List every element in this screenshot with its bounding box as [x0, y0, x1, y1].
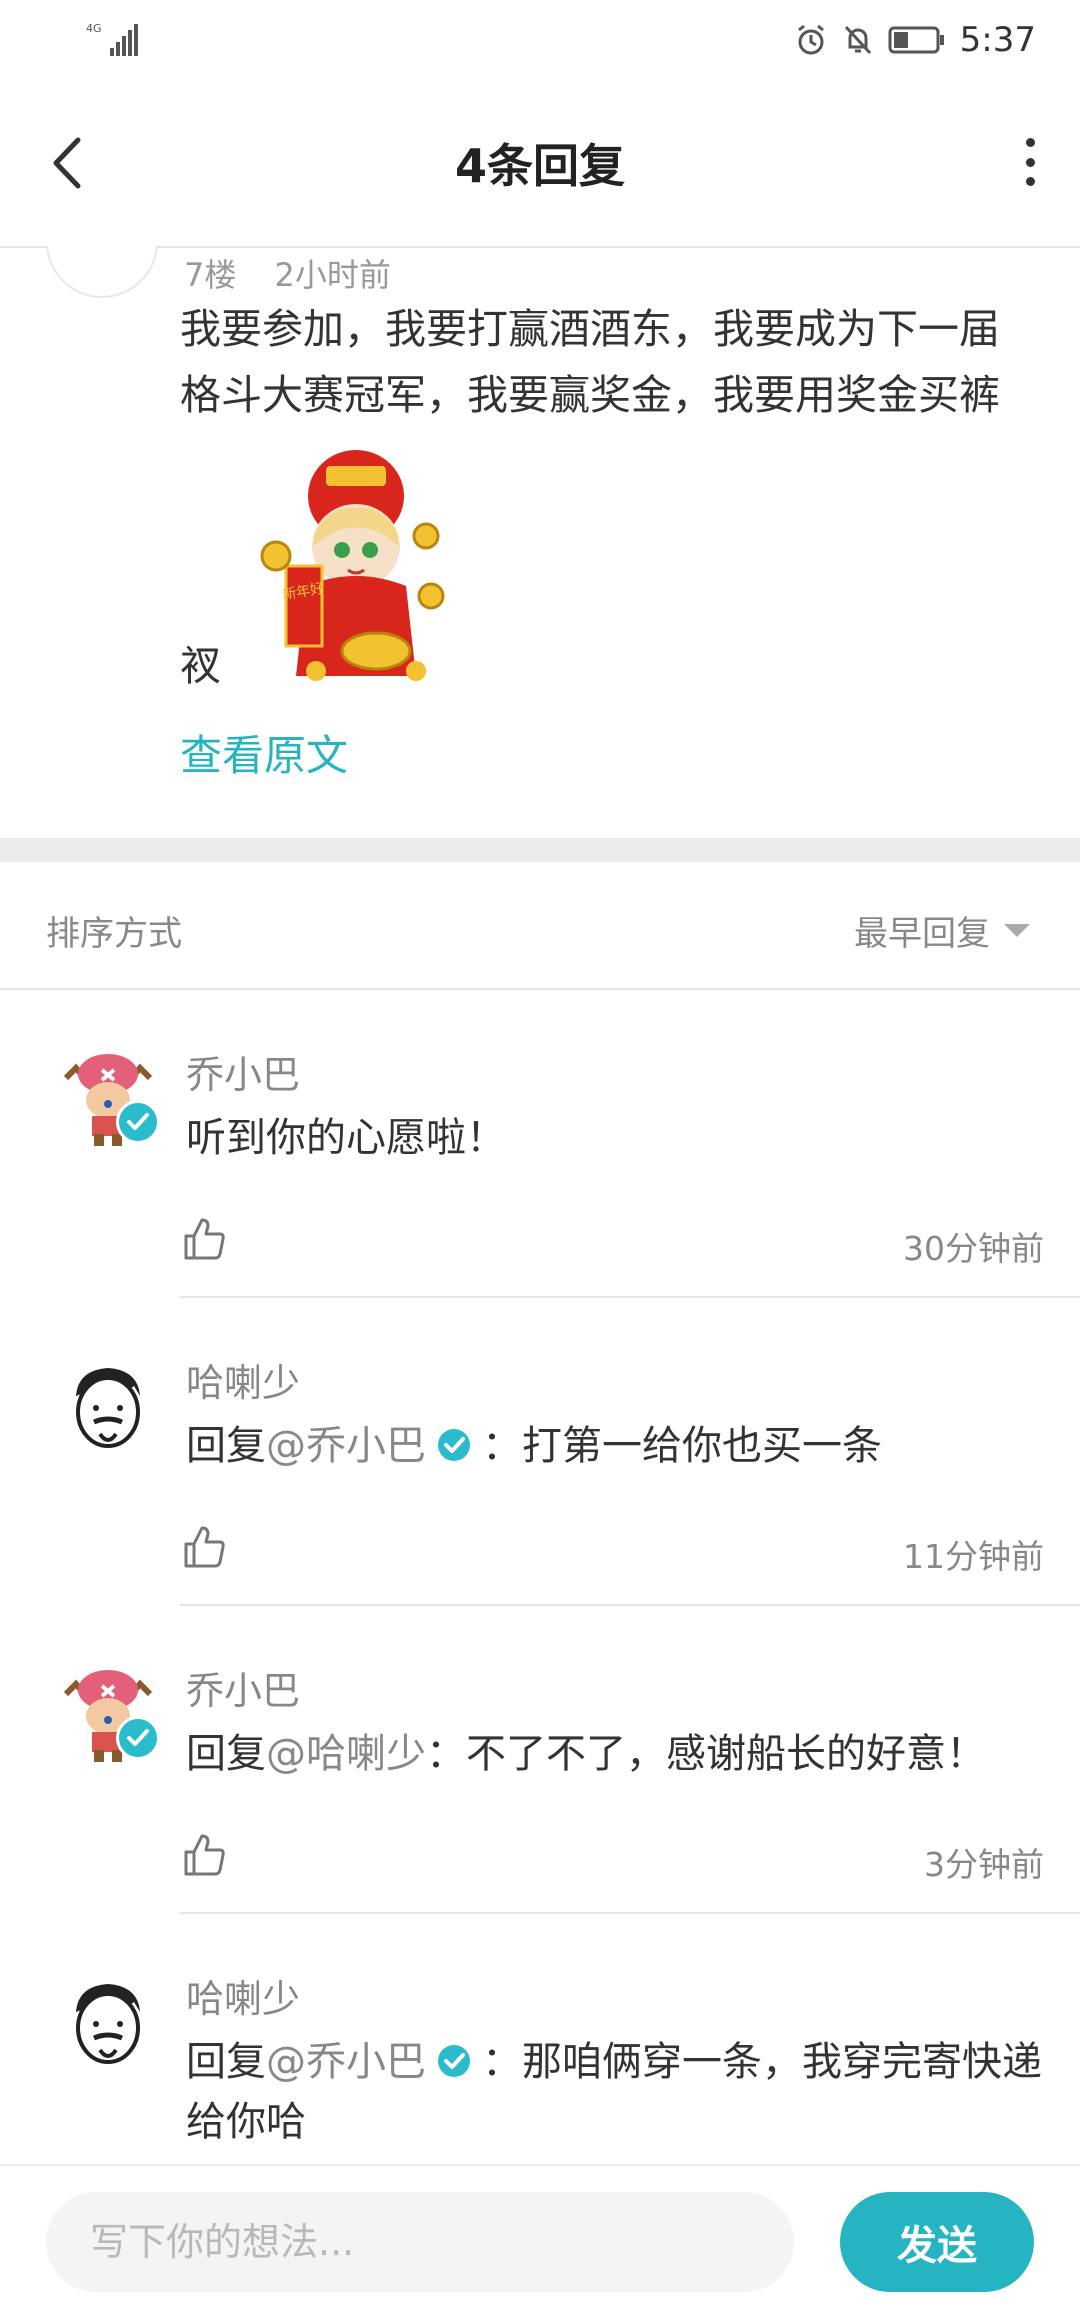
- reply-body: 听到你的心愿啦！: [186, 1115, 506, 1161]
- send-button[interactable]: 发送: [840, 2192, 1034, 2292]
- reply-prefix: 回复: [186, 1423, 266, 1469]
- reply-prefix: 回复: [186, 1731, 266, 1777]
- view-original-link[interactable]: 查看原文: [180, 722, 348, 783]
- verified-badge-icon: [116, 1716, 160, 1760]
- title-bar: 4条回复: [0, 80, 1080, 248]
- reply-item: 哈喇少 回复@乔小巴 ：打第一给你也买一条 11分钟前: [0, 1298, 1080, 1606]
- mention-link[interactable]: @哈喇少: [266, 1731, 426, 1777]
- verified-badge-icon: [438, 1429, 470, 1461]
- verified-badge-icon: [438, 2045, 470, 2077]
- reply-text: 回复@乔小巴 ：打第一给你也买一条: [186, 1416, 1046, 1476]
- reply-author[interactable]: 乔小巴: [186, 1044, 300, 1099]
- verified-badge-icon: [116, 1100, 160, 1144]
- original-post: 7楼 2小时前 我要参加，我要打赢酒酒东，我要成为下一届格斗大赛冠军，我要赢奖金…: [0, 246, 1080, 840]
- signal-icon: 4G: [86, 22, 138, 56]
- battery-icon: [888, 26, 944, 54]
- bell-muted-icon: [844, 25, 871, 55]
- more-vertical-icon[interactable]: [1018, 138, 1042, 186]
- bearded-face-avatar-icon[interactable]: [58, 1356, 158, 1456]
- page-title: 4条回复: [454, 139, 625, 193]
- reply-text: 回复@哈喇少：不了不了，感谢船长的好意！: [186, 1724, 1046, 1784]
- op-avatar: [46, 246, 158, 298]
- op-time: 2小时前: [274, 256, 391, 294]
- chevron-down-icon: [1004, 924, 1030, 937]
- reply-author[interactable]: 哈喇少: [186, 1968, 300, 2023]
- network-label: 4G: [86, 22, 102, 35]
- status-bar: 4G 5:37: [0, 0, 1080, 80]
- comment-input[interactable]: [46, 2192, 794, 2292]
- reply-item: 乔小巴 听到你的心愿啦！ 30分钟前: [0, 990, 1080, 1298]
- reply-body: ：不了不了，感谢船长的好意！: [426, 1731, 986, 1777]
- mention-link[interactable]: @乔小巴: [266, 1423, 426, 1469]
- reply-time: 11分钟前: [903, 1537, 1044, 1576]
- reply-text: 回复@乔小巴 ：那咱俩穿一条，我穿完寄快递给你哈: [186, 2032, 1046, 2152]
- reply-prefix: 回复: [186, 2039, 266, 2085]
- reply-author[interactable]: 哈喇少: [186, 1352, 300, 1407]
- bearded-face-avatar-icon[interactable]: [58, 1972, 158, 2072]
- op-text: 我要参加，我要打赢酒酒东，我要成为下一届格斗大赛冠军，我要赢奖金，我要用奖金买裤: [180, 305, 1000, 419]
- mention-link[interactable]: @乔小巴: [266, 2039, 426, 2085]
- section-divider: [0, 838, 1080, 862]
- reply-text: 听到你的心愿啦！: [186, 1108, 1046, 1168]
- sort-label: 排序方式: [46, 914, 182, 954]
- op-floor: 7楼: [184, 256, 237, 294]
- reply-time: 3分钟前: [924, 1845, 1044, 1884]
- thumbs-up-icon[interactable]: [182, 1216, 228, 1262]
- thumbs-up-icon[interactable]: [182, 1524, 228, 1570]
- reply-body: ：打第一给你也买一条: [482, 1423, 882, 1469]
- op-text-tail: 衩: [180, 642, 221, 690]
- reply-author[interactable]: 乔小巴: [186, 1660, 300, 1715]
- sort-bar: 排序方式 最早回复: [0, 862, 1080, 990]
- god-of-wealth-sticker-icon: 新年好: [260, 450, 445, 681]
- sort-value: 最早回复: [854, 914, 990, 954]
- alarm-icon: [797, 24, 824, 55]
- op-meta: 7楼 2小时前: [184, 250, 419, 296]
- status-time: 5:37: [959, 20, 1036, 60]
- sort-dropdown[interactable]: 最早回复: [854, 906, 1030, 955]
- comment-input-bar: 发送: [0, 2164, 1080, 2314]
- thumbs-up-icon[interactable]: [182, 1832, 228, 1878]
- reply-time: 30分钟前: [903, 1229, 1044, 1268]
- reply-item: 乔小巴 回复@哈喇少：不了不了，感谢船长的好意！ 3分钟前: [0, 1606, 1080, 1914]
